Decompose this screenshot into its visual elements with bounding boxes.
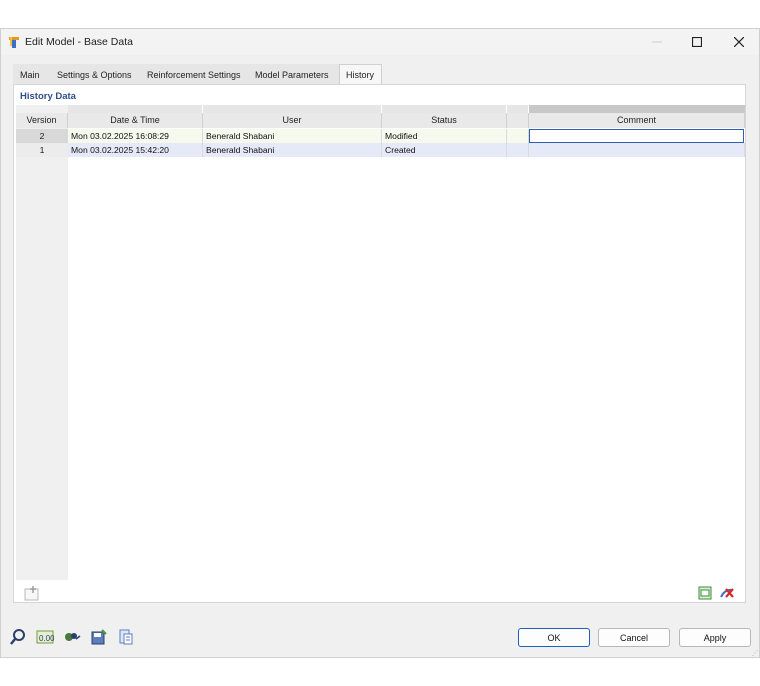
search-icon bbox=[10, 629, 25, 645]
units-button[interactable] bbox=[63, 628, 81, 646]
save-button[interactable] bbox=[90, 628, 108, 646]
title-bar: Edit Model - Base Data bbox=[1, 29, 759, 55]
add-row-icon bbox=[24, 586, 39, 601]
col-header-blank bbox=[507, 113, 529, 128]
row-blank bbox=[507, 143, 529, 157]
history-table: Version Date & Time User Status Comment … bbox=[16, 105, 745, 599]
info-icon bbox=[119, 629, 133, 645]
maximize-button[interactable] bbox=[683, 33, 711, 51]
export-button[interactable] bbox=[697, 585, 713, 601]
col-header-version[interactable]: Version bbox=[16, 113, 68, 128]
app-icon bbox=[9, 37, 19, 48]
row-version[interactable]: 2 bbox=[16, 129, 68, 143]
col-header-comment[interactable]: Comment bbox=[529, 113, 745, 128]
close-icon bbox=[734, 37, 744, 47]
close-button[interactable] bbox=[725, 33, 753, 51]
col-header-status[interactable]: Status bbox=[382, 113, 507, 128]
tab-reinforcement-settings[interactable]: Reinforcement Settings bbox=[140, 64, 248, 84]
history-panel: History Data Version Date & Time User St… bbox=[13, 84, 746, 603]
tab-bar: Main Settings & Options Reinforcement Se… bbox=[13, 64, 382, 84]
units-icon bbox=[65, 633, 81, 641]
resize-grip[interactable]: ⋰ bbox=[752, 650, 758, 657]
decimal-icon: 0.00 bbox=[36, 630, 55, 644]
header-spacer bbox=[529, 105, 745, 113]
header-spacer bbox=[68, 105, 202, 113]
col-header-user[interactable]: User bbox=[203, 113, 382, 128]
decimal-button[interactable]: 0.00 bbox=[36, 628, 55, 646]
minimize-button[interactable] bbox=[643, 33, 671, 51]
row-user[interactable]: Benerald Shabani bbox=[203, 129, 382, 143]
section-title: History Data bbox=[20, 91, 76, 102]
cancel-button[interactable]: Cancel bbox=[598, 628, 670, 647]
add-row-button[interactable] bbox=[24, 585, 40, 601]
svg-text:0.00: 0.00 bbox=[39, 634, 54, 643]
footer-toolbar: 0.00 bbox=[9, 628, 144, 646]
apply-button[interactable]: Apply bbox=[679, 628, 751, 647]
col-header-datetime[interactable]: Date & Time bbox=[68, 113, 203, 128]
tab-main[interactable]: Main bbox=[13, 64, 50, 84]
tab-model-parameters[interactable]: Model Parameters bbox=[248, 64, 339, 84]
row-status[interactable]: Created bbox=[382, 143, 507, 157]
row-datetime[interactable]: Mon 03.02.2025 16:08:29 bbox=[68, 129, 203, 143]
row-datetime[interactable]: Mon 03.02.2025 15:42:20 bbox=[68, 143, 203, 157]
info-button[interactable] bbox=[117, 628, 135, 646]
window-title: Edit Model - Base Data bbox=[25, 36, 133, 48]
tab-settings-options[interactable]: Settings & Options bbox=[50, 64, 140, 84]
save-icon bbox=[91, 629, 107, 645]
row-header-strip bbox=[16, 105, 68, 580]
header-spacer bbox=[507, 105, 528, 113]
row-user[interactable]: Benerald Shabani bbox=[203, 143, 382, 157]
ok-button[interactable]: OK bbox=[518, 628, 590, 647]
row-status[interactable]: Modified bbox=[382, 129, 507, 143]
header-spacer bbox=[203, 105, 381, 113]
delete-button[interactable] bbox=[719, 585, 735, 601]
header-spacer bbox=[382, 105, 506, 113]
row-comment[interactable] bbox=[529, 143, 745, 157]
row-version[interactable]: 1 bbox=[16, 143, 68, 157]
delete-icon bbox=[720, 588, 734, 598]
minimize-icon bbox=[652, 41, 662, 43]
export-icon bbox=[698, 586, 712, 600]
maximize-icon bbox=[692, 37, 702, 47]
row-blank bbox=[507, 129, 529, 143]
search-button[interactable] bbox=[9, 628, 27, 646]
tab-history[interactable]: History bbox=[339, 64, 382, 84]
comment-input[interactable] bbox=[529, 129, 744, 143]
